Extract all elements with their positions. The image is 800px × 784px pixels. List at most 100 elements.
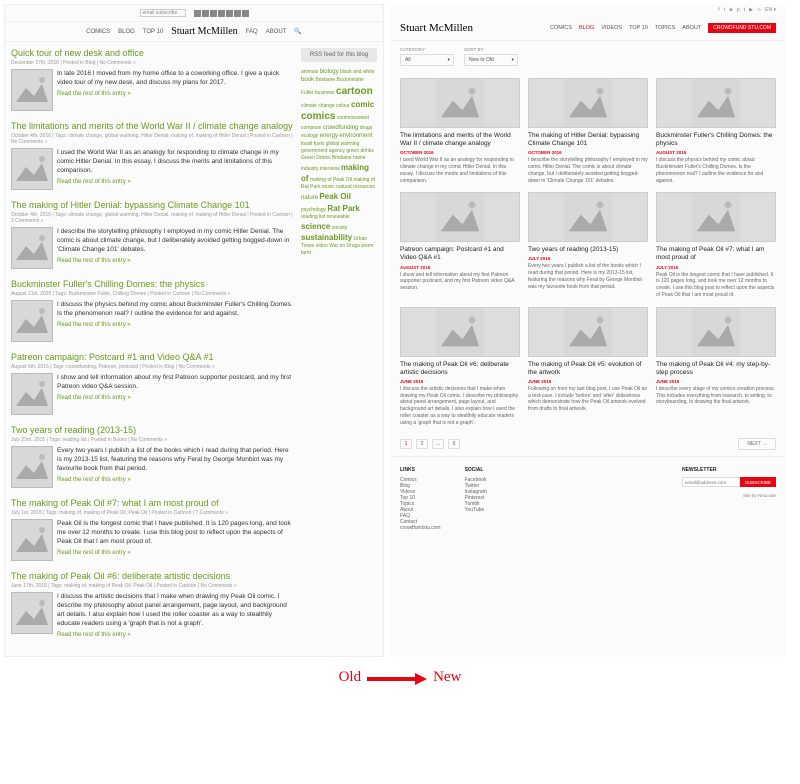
page-6[interactable]: 6: [448, 439, 460, 449]
tag-link[interactable]: black and white: [340, 69, 374, 75]
blog-card[interactable]: Two years of reading (2013-15) JULY 2015…: [528, 192, 648, 298]
footer-link[interactable]: crowdfundstu.com: [400, 525, 441, 531]
post-title[interactable]: Quick tour of new desk and office: [11, 48, 295, 58]
tag-link[interactable]: comic: [351, 100, 374, 109]
post-thumbnail[interactable]: [11, 592, 53, 634]
blog-card[interactable]: The limitations and merits of the World …: [400, 78, 520, 184]
new-logo[interactable]: Stuart McMillen: [400, 22, 473, 34]
sort-select[interactable]: New to Old: [464, 54, 518, 66]
tag-link[interactable]: Peak Oil: [319, 192, 351, 201]
post-title[interactable]: The limitations and merits of the World …: [11, 121, 295, 131]
tag-link[interactable]: reading list: [301, 214, 325, 220]
blog-card[interactable]: The making of Hitler Denial: bypassing C…: [528, 78, 648, 184]
old-logo[interactable]: Stuart McMillen: [171, 26, 237, 37]
tag-link[interactable]: Green Drinks Brisbane: [301, 155, 352, 161]
tag-link[interactable]: nature: [301, 195, 318, 201]
tag-link[interactable]: psychology: [301, 207, 326, 213]
tag-link[interactable]: green drinks: [346, 148, 374, 154]
tag-link[interactable]: industry: [301, 166, 319, 172]
tag-link[interactable]: book: [301, 77, 314, 83]
subscribe-button[interactable]: SUBSCRIBE: [740, 477, 776, 487]
facebook-icon[interactable]: f: [718, 7, 719, 13]
tag-link[interactable]: video: [316, 243, 328, 249]
page-1[interactable]: 1: [400, 439, 412, 449]
blog-card[interactable]: Patreon campaign: Postcard #1 and Video …: [400, 192, 520, 298]
tag-link[interactable]: animals: [301, 69, 318, 75]
nav-top10[interactable]: TOP 10: [143, 29, 163, 35]
post-thumbnail[interactable]: [11, 69, 53, 111]
lang-en[interactable]: EN ▾: [765, 7, 776, 13]
blog-card[interactable]: The making of Peak Oil #6: deliberate ar…: [400, 307, 520, 427]
tag-link[interactable]: War on Drugs: [329, 243, 360, 249]
tag-link[interactable]: interview: [320, 166, 340, 172]
read-more-link[interactable]: Read the rest of this entry »: [57, 257, 295, 265]
tag-link[interactable]: government agency: [301, 148, 345, 154]
blog-card[interactable]: The making of Peak Oil #7: what I am mos…: [656, 192, 776, 298]
post-title[interactable]: The making of Peak Oil #6: deliberate ar…: [11, 571, 295, 581]
post-thumbnail[interactable]: [11, 300, 53, 342]
tag-link[interactable]: sustainability: [301, 233, 352, 242]
post-title[interactable]: The making of Peak Oil #7: what I am mos…: [11, 498, 295, 508]
next-button[interactable]: NEXT →: [738, 438, 776, 450]
tag-link[interactable]: natural resources: [336, 184, 375, 190]
post-thumbnail[interactable]: [11, 373, 53, 415]
tag-link[interactable]: energy: [320, 133, 338, 139]
tag-link[interactable]: making of Peak Oil: [310, 177, 352, 183]
tag-link[interactable]: business: [315, 90, 335, 96]
tag-link[interactable]: environment: [339, 133, 372, 139]
post-title[interactable]: The making of Hitler Denial: bypassing C…: [11, 200, 295, 210]
tag-link[interactable]: music: [322, 184, 335, 190]
twitter-icon[interactable]: t: [724, 7, 725, 13]
blog-card[interactable]: Buckminster Fuller's Chilling Domes: the…: [656, 78, 776, 184]
social-icons[interactable]: [194, 10, 249, 17]
post-title[interactable]: Patreon campaign: Postcard #1 and Video …: [11, 352, 295, 362]
post-thumbnail[interactable]: [11, 446, 53, 488]
post-thumbnail[interactable]: [11, 227, 53, 269]
read-more-link[interactable]: Read the rest of this entry »: [57, 321, 295, 329]
nav-blog[interactable]: BLOG: [118, 29, 135, 35]
tag-link[interactable]: home: [353, 155, 366, 161]
nav-about[interactable]: ABOUT: [682, 25, 701, 31]
nav-faq[interactable]: FAQ: [246, 29, 258, 35]
newsletter-input[interactable]: [682, 477, 740, 487]
read-more-link[interactable]: Read the rest of this entry »: [57, 476, 295, 484]
tag-link[interactable]: biology: [320, 69, 339, 75]
read-more-link[interactable]: Read the rest of this entry »: [57, 549, 295, 557]
tag-link[interactable]: society: [332, 225, 348, 231]
read-more-link[interactable]: Read the rest of this entry »: [57, 178, 295, 186]
tag-link[interactable]: commissioned: [337, 115, 369, 121]
tag-link[interactable]: science: [301, 222, 330, 231]
tag-link[interactable]: ecology: [301, 133, 318, 139]
crowdfund-button[interactable]: CROWDFUND STU.COM: [708, 23, 776, 33]
tag-link[interactable]: comics: [301, 111, 335, 122]
tag-link[interactable]: colour: [336, 103, 350, 109]
post-thumbnail[interactable]: [11, 148, 53, 190]
tag-link[interactable]: renewable: [327, 214, 350, 220]
category-select[interactable]: All: [400, 54, 454, 66]
tumblr-icon[interactable]: t: [744, 7, 745, 13]
nav-blog[interactable]: BLOG: [579, 25, 594, 31]
nav-comics[interactable]: COMICS: [550, 25, 572, 31]
tag-link[interactable]: cartoon: [336, 86, 373, 97]
nav-videos[interactable]: VIDEOS: [601, 25, 622, 31]
read-more-link[interactable]: Read the rest of this entry »: [57, 631, 295, 639]
rss-box[interactable]: RSS feed for this blog: [301, 48, 377, 62]
tag-link[interactable]: fossil fuels: [301, 141, 324, 147]
nav-comics[interactable]: COMICS: [86, 29, 110, 35]
post-title[interactable]: Buckminster Fuller's Chilling Domes: the…: [11, 279, 295, 289]
tag-link[interactable]: compose: [301, 125, 321, 131]
blog-card[interactable]: The making of Peak Oil #5: evolution of …: [528, 307, 648, 427]
pinterest-icon[interactable]: p: [737, 7, 740, 13]
read-more-link[interactable]: Read the rest of this entry »: [57, 90, 295, 98]
instagram-icon[interactable]: ◈: [729, 7, 733, 13]
tag-link[interactable]: Brisbane: [315, 77, 335, 83]
footer-social-link[interactable]: YouTube: [465, 507, 487, 513]
search-icon[interactable]: 🔍: [294, 28, 301, 35]
youtube-icon[interactable]: ▶: [749, 7, 753, 13]
nav-about[interactable]: ABOUT: [266, 29, 287, 35]
nav-topics[interactable]: TOPICS: [655, 25, 675, 31]
read-more-link[interactable]: Read the rest of this entry »: [57, 394, 295, 402]
post-title[interactable]: Two years of reading (2013-15): [11, 425, 295, 435]
rss-icon[interactable]: ∿: [757, 7, 761, 13]
tag-link[interactable]: climate change: [301, 103, 335, 109]
